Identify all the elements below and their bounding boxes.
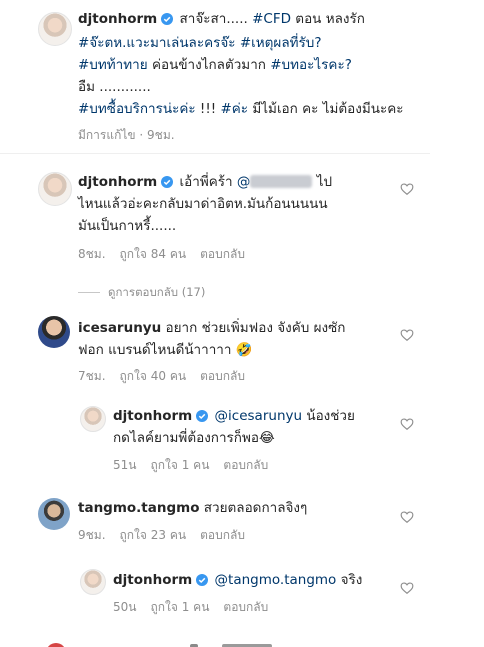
avatar[interactable]: [80, 569, 106, 595]
redacted-username: [250, 175, 313, 188]
comment-time: 7ชม.: [78, 369, 106, 383]
likes-count-button[interactable]: ถูกใจ 40 คน: [120, 369, 187, 383]
verified-badge-icon: [161, 13, 174, 25]
divider: [0, 153, 430, 154]
reply-button[interactable]: ตอบกลับ: [200, 247, 245, 261]
mention-link[interactable]: @: [237, 174, 251, 190]
mention-link[interactable]: @icesarunyu: [215, 408, 303, 424]
hashtag-link[interactable]: #บทท้าทาย: [78, 57, 148, 73]
heart-icon[interactable]: [400, 417, 414, 431]
mention-link[interactable]: @tangmo.tangmo: [215, 572, 337, 588]
comment-time: 9ชม.: [78, 528, 106, 542]
comment-line-1: tangmo.tangmo สวยตลอดกาลจิงๆ: [78, 500, 308, 516]
reply-button[interactable]: ตอบกลับ: [223, 600, 268, 614]
comment-line-2: ฟอก แบรนด์ไหนดีน้าาาาา 🤣: [78, 342, 253, 358]
reply-button[interactable]: ตอบกลับ: [200, 528, 245, 542]
comment-username[interactable]: icesarunyu: [78, 320, 161, 336]
comment-meta: 9ชม. ถูกใจ 23 คน ตอบกลับ: [78, 526, 259, 545]
reply-line-2: กดไลค์ยามพี่ต้องการก็พอ😂: [113, 430, 275, 446]
avatar[interactable]: [38, 316, 70, 348]
hashtag-link[interactable]: #จ๊ะตห.แวะมาเล่นละครจ๊ะ: [78, 35, 236, 51]
avatar[interactable]: [80, 406, 106, 432]
caption-username[interactable]: djtonhorm: [78, 11, 157, 27]
comment-username[interactable]: djtonhorm: [113, 408, 192, 424]
caption-line-4: อืม ............: [78, 79, 151, 95]
comment-username[interactable]: djtonhorm: [113, 572, 192, 588]
hashtag-link[interactable]: #บทอะไรคะ?: [270, 57, 352, 73]
reply-line-1: djtonhorm @tangmo.tangmo จริง: [113, 572, 363, 588]
likes-count-button[interactable]: ถูกใจ 84 คน: [120, 247, 187, 261]
reply-button[interactable]: ตอบกลับ: [223, 458, 268, 472]
comment-line-2: ไหนแล้วอ่ะคะกลับมาด่าอิตห.มันก้อนนนนน: [78, 196, 328, 212]
comment-time: 51น: [113, 458, 137, 472]
caption-line-1: djtonhorm สาจ๊ะสา..... #CFD ตอน หลงรัก: [78, 11, 365, 27]
reply-line-1: djtonhorm @icesarunyu น้องช่วย: [113, 408, 355, 424]
next-comment-cutoff: [40, 641, 320, 647]
comment-line-1: icesarunyu อยาก ช่วยเพิ่มฟอง จังคับ ผงซั…: [78, 320, 346, 336]
hashtag-link[interactable]: #CFD: [252, 11, 291, 27]
hashtag-link[interactable]: #บทซื้อบริการน่ะค่ะ: [78, 101, 196, 117]
comment-username[interactable]: tangmo.tangmo: [78, 500, 200, 516]
view-replies-dash: [78, 292, 100, 293]
comment-meta: 50น ถูกใจ 1 คน ตอบกลับ: [113, 598, 282, 617]
heart-icon[interactable]: [400, 510, 414, 524]
avatar[interactable]: [38, 498, 70, 530]
comment-line-3: มันเป็นกาหรี้......: [78, 218, 177, 234]
view-replies-button[interactable]: ดูการตอบกลับ (17): [78, 284, 205, 302]
avatar[interactable]: [38, 172, 72, 206]
caption-line-2: #จ๊ะตห.แวะมาเล่นละครจ๊ะ #เหตุผลที่รับ?: [78, 33, 322, 54]
verified-badge-icon: [196, 410, 209, 422]
caption-meta: มีการแก้ไข · 9ชม.: [78, 128, 175, 142]
comment-meta: 7ชม. ถูกใจ 40 คน ตอบกลับ: [78, 367, 259, 386]
hashtag-link[interactable]: #เหตุผลที่รับ?: [240, 35, 322, 51]
comment-line-1: djtonhorm เอ้าพี่คร้า @ ไป: [78, 174, 333, 190]
likes-count-button[interactable]: ถูกใจ 23 คน: [120, 528, 187, 542]
comment-time: 50น: [113, 600, 137, 614]
heart-icon[interactable]: [400, 182, 414, 196]
comment-meta: 51น ถูกใจ 1 คน ตอบกลับ: [113, 456, 282, 475]
heart-icon[interactable]: [400, 581, 414, 595]
comment-time: 8ชม.: [78, 247, 106, 261]
comment-username[interactable]: djtonhorm: [78, 174, 157, 190]
heart-icon[interactable]: [400, 328, 414, 342]
comment-meta: 8ชม. ถูกใจ 84 คน ตอบกลับ: [78, 245, 259, 264]
avatar[interactable]: [38, 12, 72, 46]
reply-button[interactable]: ตอบกลับ: [200, 369, 245, 383]
verified-badge-icon: [196, 574, 209, 586]
likes-count-button[interactable]: ถูกใจ 1 คน: [150, 458, 209, 472]
verified-badge-icon: [161, 176, 174, 188]
hashtag-link[interactable]: #ค่ะ: [220, 101, 248, 117]
likes-count-button[interactable]: ถูกใจ 1 คน: [150, 600, 209, 614]
caption-line-3: #บทท้าทาย ค่อนข้างไกลตัวมาก #บทอะไรคะ?: [78, 57, 352, 73]
caption-line-5: #บทซื้อบริการน่ะค่ะ !!! #ค่ะ มีไม้เอก คะ…: [78, 101, 404, 117]
